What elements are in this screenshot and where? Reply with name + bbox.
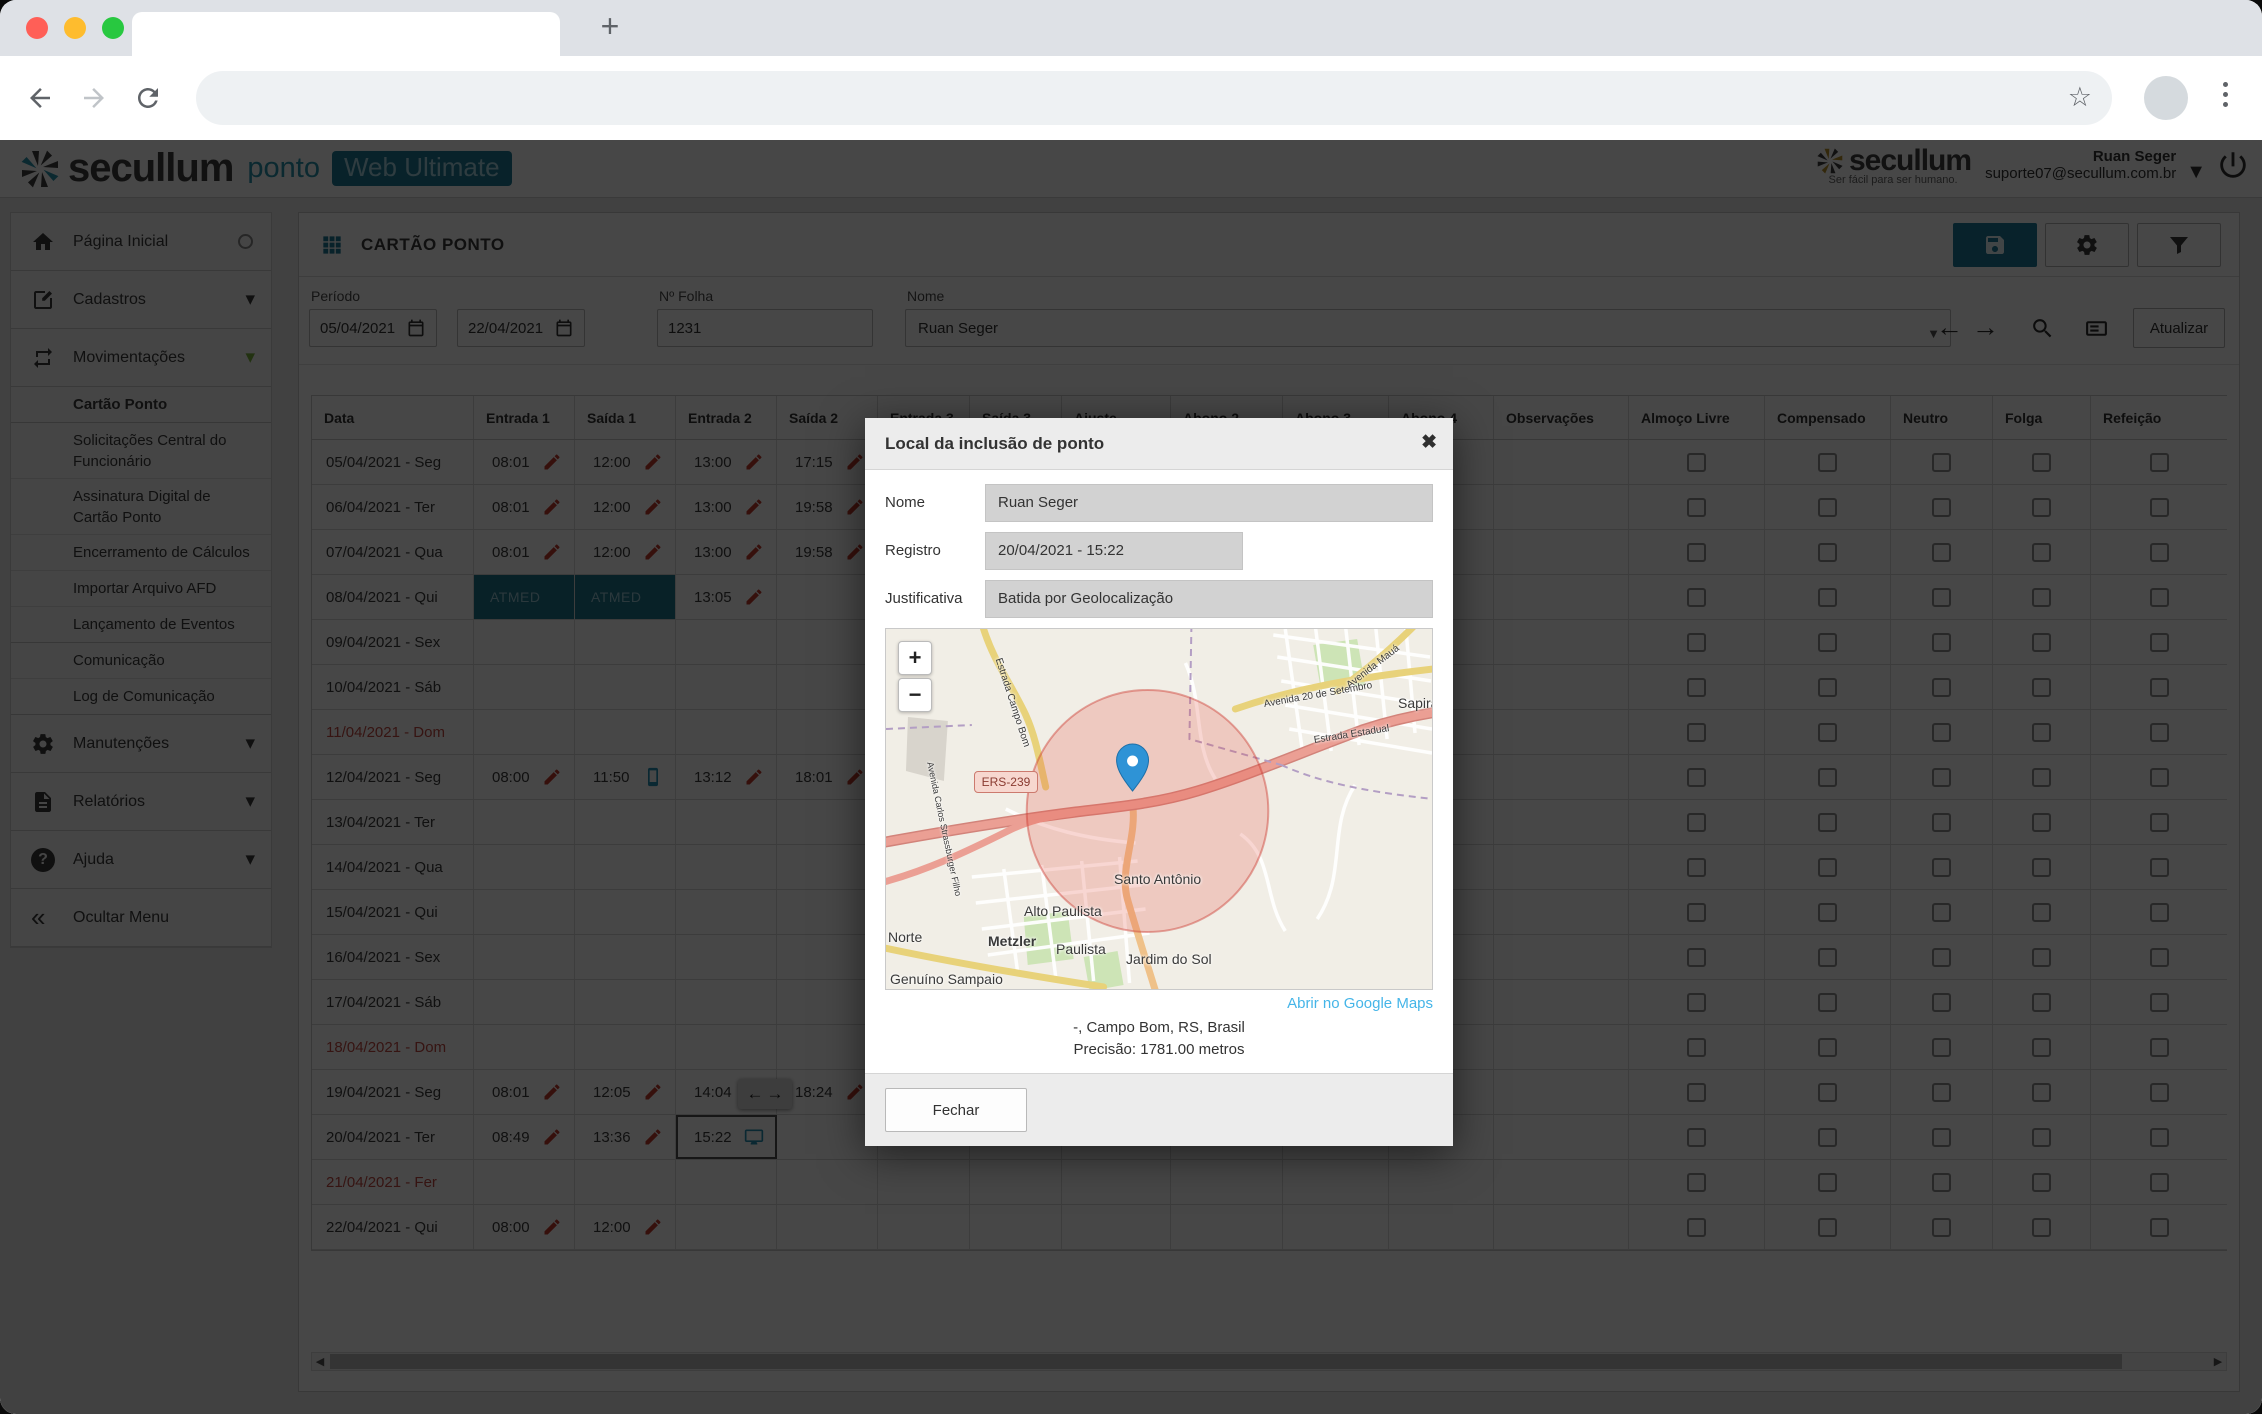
map-label: Metzler [988, 933, 1037, 949]
field-value: Batida por Geolocalização [985, 580, 1433, 618]
browser-profile-avatar[interactable] [2144, 76, 2188, 120]
address-bar[interactable]: ☆ [196, 71, 2112, 125]
reload-icon[interactable] [130, 80, 166, 116]
map-label: Alto Paulista [1024, 903, 1102, 919]
fechar-button[interactable]: Fechar [885, 1088, 1027, 1132]
minimize-window-button[interactable] [64, 17, 86, 39]
modal-title: Local da inclusão de ponto [885, 433, 1105, 453]
browser-menu-icon[interactable] [2223, 82, 2228, 107]
browser-window: + ☆ secullum ponto Web Ultimate [0, 0, 2262, 1414]
map-label: Jardim do Sol [1126, 951, 1212, 967]
road-shield: ERS-239 [974, 771, 1038, 793]
modal-body: Nome Ruan Seger Registro 20/04/2021 - 15:22… [865, 470, 1453, 1073]
address-line: -, Campo Bom, RS, Brasil [1073, 1019, 1245, 1036]
maximize-window-button[interactable] [102, 17, 124, 39]
geofence-circle [1025, 689, 1270, 933]
field-label: Nome [885, 494, 926, 511]
map-label: Sapiranga [1398, 695, 1432, 711]
new-tab-button[interactable]: + [588, 8, 632, 48]
forward-icon[interactable] [76, 80, 112, 116]
back-icon[interactable] [22, 80, 58, 116]
modal-field: Registro 20/04/2021 - 15:22 [885, 532, 1433, 570]
local-inclusao-modal: Local da inclusão de ponto ✖ Nome Ruan Se… [865, 418, 1453, 1146]
modal-field: Nome Ruan Seger [885, 484, 1433, 522]
browser-tabbar: + [0, 0, 2262, 56]
close-icon[interactable]: ✖ [1421, 431, 1437, 454]
zoom-out-button[interactable]: − [898, 678, 932, 712]
address-text: -, Campo Bom, RS, Brasil Precisão: 1781.… [885, 1017, 1433, 1061]
field-value: Ruan Seger [985, 484, 1433, 522]
browser-toolbar: ☆ [0, 56, 2262, 140]
zoom-in-button[interactable]: + [898, 641, 932, 675]
map-zoom-controls: + − [898, 641, 932, 712]
bookmark-star-icon[interactable]: ☆ [2068, 82, 2092, 113]
window-controls [26, 17, 124, 39]
map-label: Genuíno Sampaio [890, 971, 1003, 987]
modal-footer: Fechar [865, 1073, 1453, 1146]
field-label: Registro [885, 542, 941, 559]
close-window-button[interactable] [26, 17, 48, 39]
google-maps-link[interactable]: Abrir no Google Maps [885, 995, 1433, 1012]
browser-tab[interactable] [132, 12, 560, 56]
modal-field: Justificativa Batida por Geolocalização [885, 580, 1433, 618]
map-label: Paulista [1056, 941, 1106, 957]
precision-line: Precisão: 1781.00 metros [1073, 1041, 1245, 1058]
modal-header: Local da inclusão de ponto ✖ [865, 418, 1453, 470]
field-label: Justificativa [885, 590, 963, 607]
map-label: Santo Antônio [1114, 871, 1202, 887]
map-label: Norte [888, 929, 923, 945]
map[interactable]: Sapiranga Santo Antônio Alto Paulista Metzl… [885, 628, 1433, 990]
field-value: 20/04/2021 - 15:22 [985, 532, 1243, 570]
